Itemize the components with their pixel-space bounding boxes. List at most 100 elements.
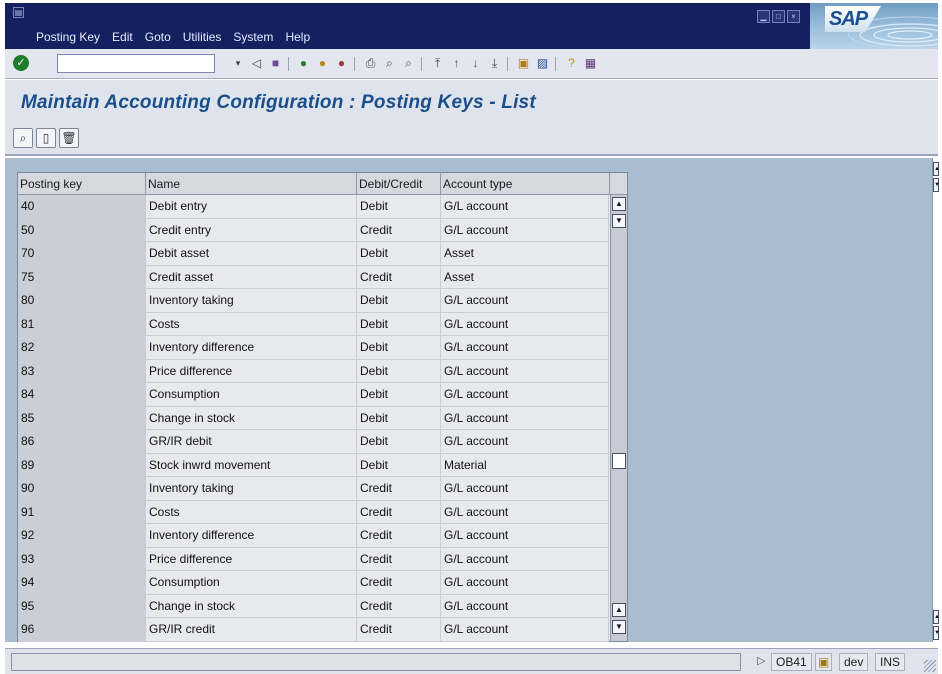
menu-help[interactable]: Help [285,30,310,44]
cell-debit-credit[interactable]: Credit [357,524,441,547]
screen-scroll-up-icon[interactable]: ▲ [933,162,940,176]
cell-name[interactable]: Credit asset [146,265,357,289]
table-row[interactable]: 94 Consumption Credit G/L account [18,571,609,595]
cell-debit-credit[interactable]: Debit [357,312,441,336]
cell-name[interactable]: Debit entry [146,195,357,218]
cell-posting-key[interactable]: 70 [18,242,146,265]
cell-name[interactable]: GR/IR debit [146,430,357,453]
cell-name[interactable]: Inventory difference [146,336,357,359]
menu-goto[interactable]: Goto [145,30,171,44]
cell-account-type[interactable]: G/L account [441,477,609,500]
session-info-icon[interactable]: ▣ [815,653,833,671]
cell-name[interactable]: Inventory taking [146,477,357,500]
back-icon[interactable]: ◁ [248,55,265,72]
cell-debit-credit[interactable]: Credit [357,618,441,641]
table-row[interactable]: 93 Price difference Credit G/L account [18,547,609,571]
cell-debit-credit[interactable]: Debit [357,336,441,359]
cell-account-type[interactable]: G/L account [441,312,609,336]
table-row[interactable]: 80 Inventory taking Debit G/L account [18,289,609,313]
cell-name[interactable]: Price difference [146,547,357,571]
menu-edit[interactable]: Edit [112,30,133,44]
cell-account-type[interactable]: Asset [441,265,609,289]
cell-posting-key[interactable]: 83 [18,359,146,383]
column-header-name[interactable]: Name [146,173,357,195]
cell-account-type[interactable]: G/L account [441,195,609,218]
cell-debit-credit[interactable]: Debit [357,406,441,430]
cell-name[interactable]: Inventory difference [146,524,357,547]
scroll-down-icon[interactable]: ▼ [612,214,626,228]
cell-name[interactable]: Inventory taking [146,289,357,312]
cell-posting-key[interactable]: 95 [18,594,146,618]
cell-debit-credit[interactable]: Credit [357,571,441,594]
table-row[interactable]: 81 Costs Debit G/L account [18,312,609,336]
table-row[interactable]: 95 Change in stock Credit G/L account [18,594,609,618]
cell-name[interactable]: Costs [146,312,357,336]
cell-account-type[interactable]: G/L account [441,336,609,359]
table-row[interactable]: 85 Change in stock Debit G/L account [18,406,609,430]
cell-posting-key[interactable]: 92 [18,524,146,547]
scroll-up-icon[interactable]: ▲ [612,603,626,617]
previous-page-icon[interactable]: ↑ [448,55,465,72]
screen-scroll-up-icon[interactable]: ▲ [933,610,940,624]
create-session-icon[interactable]: ▣ [515,55,532,72]
cell-posting-key[interactable]: 80 [18,289,146,312]
first-page-icon[interactable]: ⤒ [429,55,446,72]
resize-grip-icon[interactable] [924,660,936,672]
maximize-icon[interactable]: □ [772,10,785,23]
find-next-icon[interactable]: ⌕ [400,55,417,72]
cell-debit-credit[interactable]: Debit [357,289,441,312]
menu-system[interactable]: System [233,30,273,44]
table-row[interactable]: 92 Inventory difference Credit G/L account [18,524,609,548]
cell-account-type[interactable]: G/L account [441,218,609,242]
screen-scrollbar[interactable]: ▲ ▼ ▲ ▼ [932,158,940,642]
cell-posting-key[interactable]: 94 [18,571,146,594]
cell-name[interactable]: Debit asset [146,242,357,265]
cell-name[interactable]: GR/IR credit [146,618,357,641]
find-icon[interactable]: ⌕ [381,55,398,72]
table-row[interactable]: 89 Stock inwrd movement Debit Material [18,453,609,477]
cell-posting-key[interactable]: 91 [18,500,146,524]
table-row[interactable]: 96 GR/IR credit Credit G/L account [18,618,609,642]
table-row[interactable]: 86 GR/IR debit Debit G/L account [18,430,609,454]
screen-scroll-down-icon[interactable]: ▼ [933,626,940,640]
cell-account-type[interactable]: G/L account [441,359,609,383]
choose-icon[interactable]: ⌕ [13,128,33,148]
screen-scroll-down-icon[interactable]: ▼ [933,178,940,192]
menu-posting-key[interactable]: Posting Key [36,30,100,44]
cell-name[interactable]: Consumption [146,571,357,594]
exit-icon[interactable]: ● [314,55,331,72]
cell-account-type[interactable]: G/L account [441,571,609,594]
minimize-icon[interactable]: ▁ [757,10,770,23]
cell-account-type[interactable]: G/L account [441,406,609,430]
cell-name[interactable]: Costs [146,500,357,524]
table-row[interactable]: 84 Consumption Debit G/L account [18,383,609,407]
next-page-icon[interactable]: ↓ [467,55,484,72]
cell-name[interactable]: Change in stock [146,594,357,618]
cell-debit-credit[interactable]: Debit [357,383,441,406]
layout-icon[interactable]: ▦ [582,55,599,72]
cell-name[interactable]: Change in stock [146,406,357,430]
cell-debit-credit[interactable]: Debit [357,195,441,218]
print-icon[interactable]: ⎙ [362,55,379,72]
column-header-posting-key[interactable]: Posting key [18,173,146,195]
table-row[interactable]: 90 Inventory taking Credit G/L account [18,477,609,501]
column-header-debit-credit[interactable]: Debit/Credit [357,173,441,195]
cell-posting-key[interactable]: 85 [18,406,146,430]
cell-posting-key[interactable]: 50 [18,218,146,242]
cell-account-type[interactable]: G/L account [441,500,609,524]
shortcut-icon[interactable]: ▨ [534,55,551,72]
cell-posting-key[interactable]: 75 [18,265,146,289]
cell-debit-credit[interactable]: Debit [357,242,441,265]
cell-posting-key[interactable]: 40 [18,195,146,218]
cancel-icon[interactable]: ● [333,55,350,72]
cell-account-type[interactable]: G/L account [441,594,609,618]
command-field[interactable] [57,54,215,73]
cell-name[interactable]: Credit entry [146,218,357,242]
table-row[interactable]: 50 Credit entry Credit G/L account [18,218,609,242]
cell-account-type[interactable]: G/L account [441,547,609,571]
cell-debit-credit[interactable]: Credit [357,594,441,618]
cell-account-type[interactable]: Material [441,453,609,477]
cell-debit-credit[interactable]: Credit [357,500,441,524]
table-row[interactable]: 83 Price difference Debit G/L account [18,359,609,383]
last-page-icon[interactable]: ⤓ [486,55,503,72]
